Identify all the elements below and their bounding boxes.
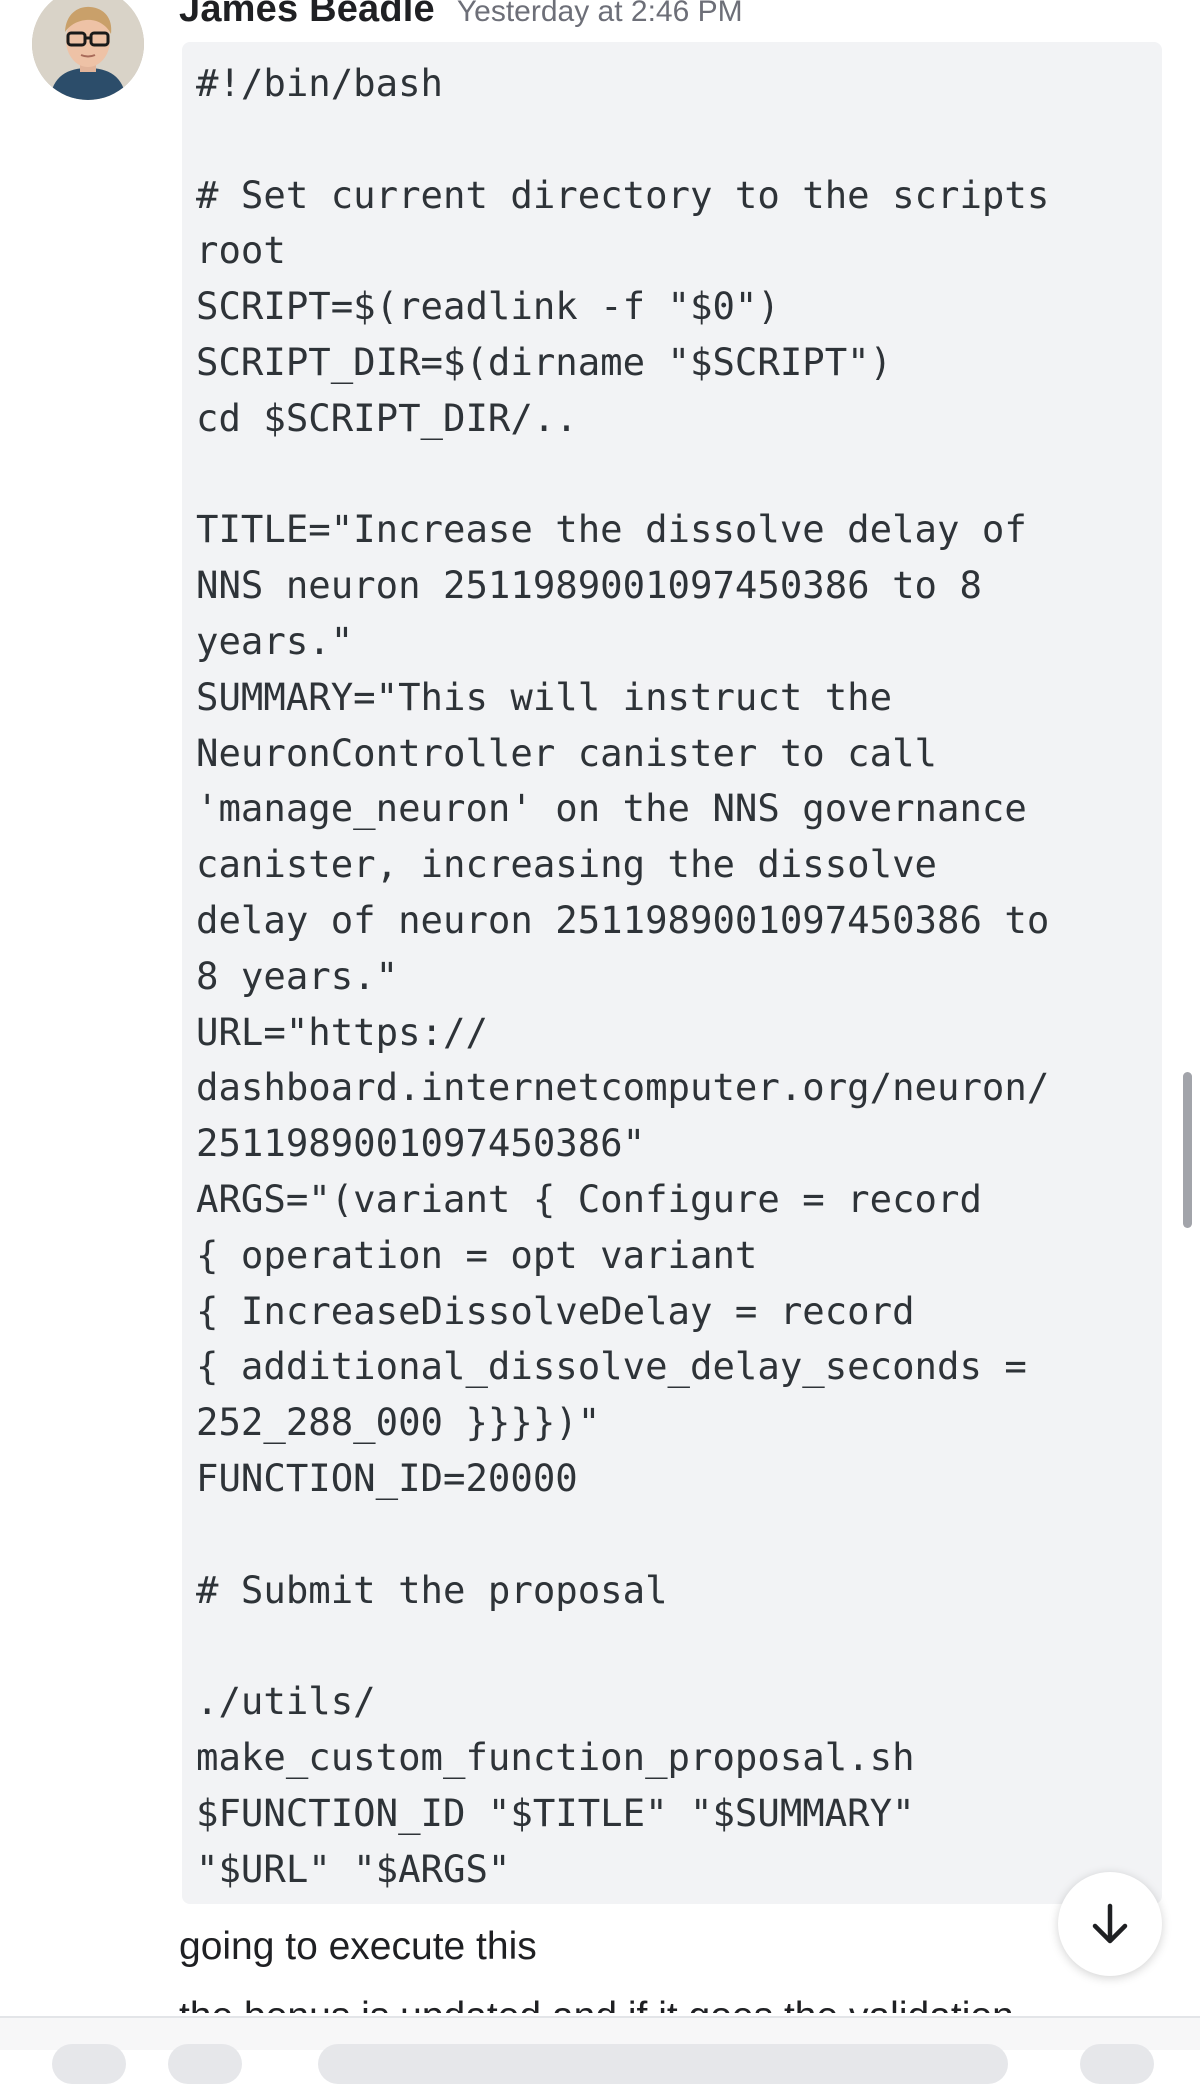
message-timestamp: Yesterday at 2:46 PM [456,0,743,28]
message-text-partial: the bonus is updated and if it goes the … [179,1995,1014,2013]
message-input[interactable] [318,2044,1008,2084]
avatar[interactable] [32,0,144,100]
jump-to-bottom-button[interactable] [1058,1872,1162,1976]
avatar-photo [32,0,144,100]
scrollbar-thumb[interactable] [1183,1072,1192,1228]
message-text: going to execute this [179,1925,537,1968]
author-name[interactable]: James Beadle [179,0,435,31]
apps-button[interactable] [168,2044,242,2084]
add-attachment-button[interactable] [52,2044,126,2084]
code-block[interactable]: #!/bin/bash # Set current directory to t… [182,42,1162,1904]
message-header: James Beadle Yesterday at 2:46 PM [179,0,743,31]
emoji-button[interactable] [1080,2044,1154,2084]
arrow-down-icon [1092,1903,1128,1944]
composer-bar [0,2016,1200,2084]
code-content: #!/bin/bash # Set current directory to t… [196,61,1050,1891]
